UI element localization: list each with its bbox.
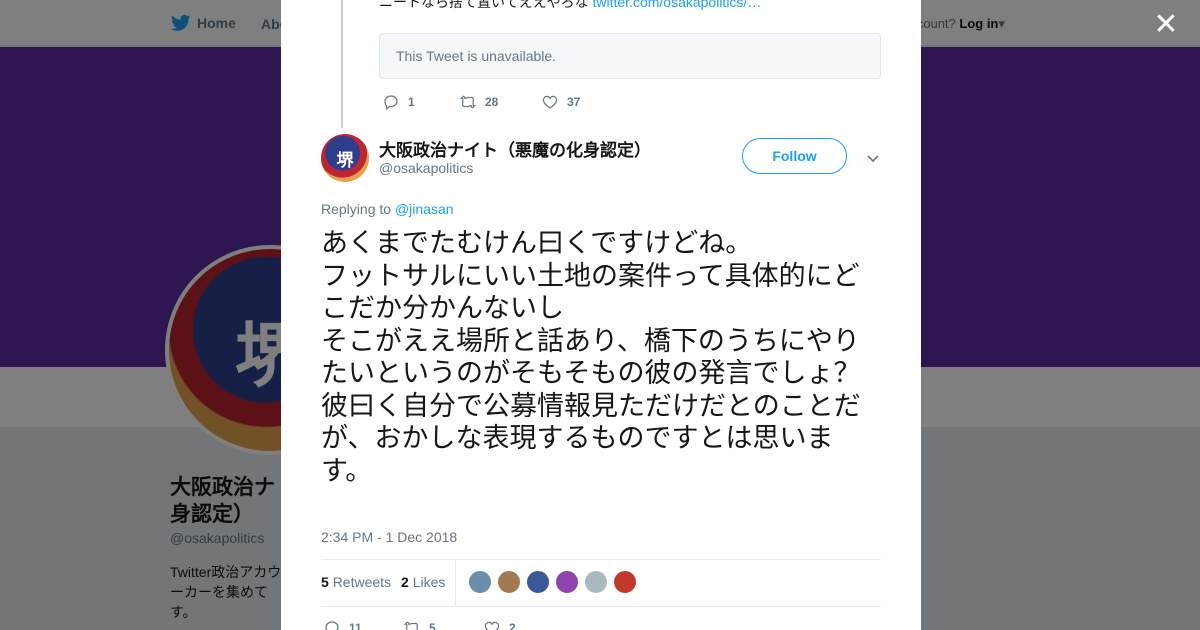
liker-avatars bbox=[468, 570, 637, 594]
liker-avatar[interactable] bbox=[497, 570, 521, 594]
thread-connector bbox=[341, 0, 343, 128]
reply-button[interactable]: 11 bbox=[323, 619, 403, 630]
chevron-down-icon bbox=[867, 155, 879, 163]
previous-tweet-line: ニートなら捨て置いてええやろな bbox=[379, 0, 589, 10]
previous-tweet-text: ニートなら捨て置いてええやろな twitter.com/osakapolitic… bbox=[379, 0, 899, 13]
likes-label: Likes bbox=[412, 574, 446, 590]
likes-count: 2 bbox=[401, 574, 409, 590]
tweet-actions: 11 5 2 bbox=[323, 619, 516, 630]
tweet-menu-button[interactable] bbox=[865, 150, 881, 166]
previous-tweet-actions: 1 28 37 bbox=[382, 93, 580, 111]
stats-divider bbox=[455, 560, 456, 606]
tweet-timestamp[interactable]: 2:34 PM - 1 Dec 2018 bbox=[321, 529, 457, 545]
quoted-tweet-unavailable: This Tweet is unavailable. bbox=[379, 33, 881, 79]
retweets-stat[interactable]: 5 Retweets bbox=[321, 574, 391, 590]
follow-button[interactable]: Follow bbox=[742, 138, 847, 174]
liker-avatar[interactable] bbox=[555, 570, 579, 594]
reply-count: 11 bbox=[349, 621, 362, 630]
retweet-button[interactable]: 5 bbox=[403, 619, 483, 630]
like-button[interactable]: 2 bbox=[483, 619, 516, 630]
close-icon[interactable]: ✕ bbox=[1152, 10, 1180, 40]
like-count: 2 bbox=[509, 621, 516, 630]
retweets-label: Retweets bbox=[332, 574, 392, 590]
tweet-text: あくまでたむけん曰くですけどね。 フットサルにいい土地の案件って具体的にどこだか… bbox=[321, 228, 861, 487]
retweet-icon bbox=[459, 95, 477, 109]
author-avatar[interactable]: 堺 bbox=[321, 134, 369, 182]
replying-prefix: Replying to bbox=[321, 201, 392, 217]
heart-icon bbox=[542, 95, 558, 109]
liker-avatar[interactable] bbox=[584, 570, 608, 594]
replying-to: Replying to @jinasan bbox=[321, 201, 454, 217]
replying-to-link[interactable]: @jinasan bbox=[395, 201, 454, 217]
liker-avatar[interactable] bbox=[468, 570, 492, 594]
liker-avatar[interactable] bbox=[526, 570, 550, 594]
retweets-count: 5 bbox=[321, 574, 329, 590]
tweet-stats: 5 Retweets 2 Likes bbox=[321, 559, 881, 607]
heart-icon bbox=[484, 621, 500, 630]
reply-button[interactable]: 1 bbox=[382, 93, 459, 111]
liker-avatar[interactable] bbox=[613, 570, 637, 594]
reply-icon bbox=[384, 95, 398, 110]
like-button[interactable]: 37 bbox=[541, 93, 580, 111]
reply-icon bbox=[325, 621, 339, 630]
reply-count: 1 bbox=[408, 95, 415, 109]
retweet-button[interactable]: 28 bbox=[459, 93, 541, 111]
author-handle[interactable]: @osakapolitics bbox=[379, 160, 473, 176]
retweet-count: 28 bbox=[485, 95, 499, 109]
previous-tweet-link[interactable]: twitter.com/osakapolitics/… bbox=[592, 0, 761, 10]
author-name[interactable]: 大阪政治ナイト（悪魔の化身認定） bbox=[379, 136, 651, 161]
retweet-icon bbox=[403, 621, 418, 630]
like-count: 37 bbox=[567, 95, 581, 109]
retweet-count: 5 bbox=[429, 621, 436, 630]
likes-stat[interactable]: 2 Likes bbox=[401, 574, 445, 590]
